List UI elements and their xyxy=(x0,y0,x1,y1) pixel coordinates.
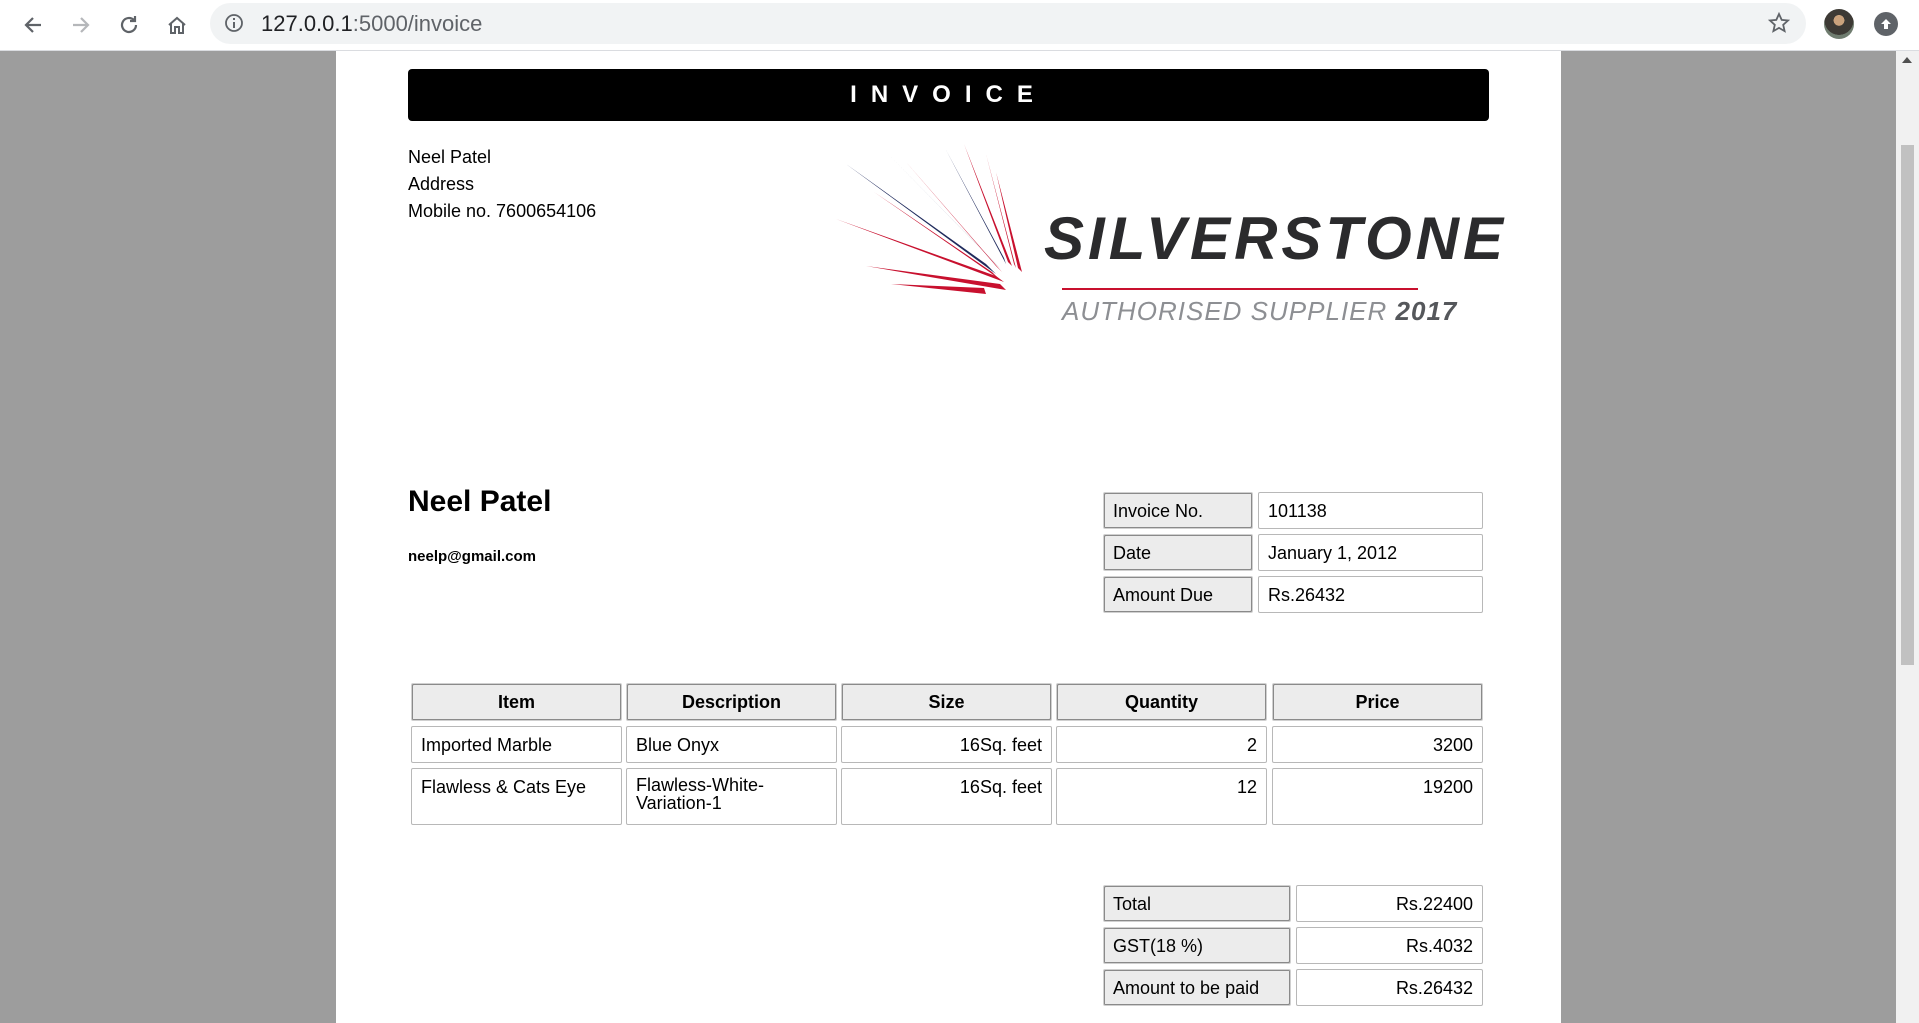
url-host: 127.0.0.1 xyxy=(261,11,353,36)
items-header-price: Price xyxy=(1272,683,1483,721)
logo-wordmark: SILVERSTONE xyxy=(1044,205,1508,272)
url-path: :5000/invoice xyxy=(352,11,483,36)
scroll-up-arrow-icon[interactable] xyxy=(1902,57,1912,63)
customer-name: Neel Patel xyxy=(408,485,552,518)
reload-icon xyxy=(120,16,138,34)
totals-label-total: Total xyxy=(1103,885,1291,922)
items-cell-price[interactable]: 3200 xyxy=(1272,726,1483,763)
upload-arrow-icon xyxy=(1881,19,1891,29)
items-cell-item[interactable]: Flawless & Cats Eye xyxy=(411,768,622,825)
logo-burst-icon xyxy=(836,144,1022,294)
items-cell-description[interactable]: Blue Onyx xyxy=(626,726,837,763)
home-icon xyxy=(168,16,186,34)
invoice-page: INVOICE Neel Patel Address Mobile no. 76… xyxy=(336,51,1561,1023)
meta-value-date[interactable]: January 1, 2012 xyxy=(1258,534,1483,571)
meta-label-date: Date xyxy=(1103,534,1253,571)
logo-tagline: AUTHORISED SUPPLIER 2017 xyxy=(1062,296,1457,327)
items-cell-item[interactable]: Imported Marble xyxy=(411,726,622,763)
profile-avatar[interactable] xyxy=(1824,9,1854,39)
meta-label-amount-due: Amount Due xyxy=(1103,576,1253,613)
items-cell-quantity[interactable]: 2 xyxy=(1056,726,1267,763)
logo-divider xyxy=(1062,288,1418,290)
url-text: 127.0.0.1:5000/invoice xyxy=(261,13,482,35)
meta-value-invoice-no[interactable]: 101138 xyxy=(1258,492,1483,529)
totals-label-gst: GST(18 %) xyxy=(1103,927,1291,964)
customer-email: neelp@gmail.com xyxy=(408,548,536,565)
seller-info: Neel Patel Address Mobile no. 7600654106 xyxy=(408,144,596,225)
back-arrow-icon xyxy=(24,17,41,33)
home-button[interactable] xyxy=(160,8,194,42)
items-header-item: Item xyxy=(411,683,622,721)
items-cell-price[interactable]: 19200 xyxy=(1272,768,1483,825)
seller-mobile: Mobile no. 7600654106 xyxy=(408,201,597,221)
invoice-banner: INVOICE xyxy=(408,69,1489,121)
seller-name: Neel Patel xyxy=(408,147,492,167)
totals-value-gst[interactable]: Rs.4032 xyxy=(1296,927,1483,964)
logo-tagline-text: AUTHORISED SUPPLIER xyxy=(1062,296,1388,326)
reload-button[interactable] xyxy=(112,8,146,42)
vertical-scrollbar[interactable] xyxy=(1896,51,1919,1023)
update-button[interactable] xyxy=(1874,12,1898,36)
browser-toolbar: 127.0.0.1:5000/invoice xyxy=(0,0,1919,51)
items-cell-size[interactable]: 16Sq. feet xyxy=(841,768,1052,825)
items-cell-size[interactable]: 16Sq. feet xyxy=(841,726,1052,763)
items-header-size: Size xyxy=(841,683,1052,721)
items-header-description: Description xyxy=(626,683,837,721)
seller-address: Address xyxy=(408,174,475,194)
totals-label-amount-to-pay: Amount to be paid xyxy=(1103,969,1291,1006)
bookmark-star-icon[interactable] xyxy=(1767,11,1791,39)
totals-value-total[interactable]: Rs.22400 xyxy=(1296,885,1483,922)
address-bar[interactable]: 127.0.0.1:5000/invoice xyxy=(210,3,1806,44)
items-header-quantity: Quantity xyxy=(1056,683,1267,721)
items-cell-quantity[interactable]: 12 xyxy=(1056,768,1267,825)
site-info-icon[interactable] xyxy=(224,13,244,38)
meta-label-invoice-no: Invoice No. xyxy=(1103,492,1253,529)
scroll-thumb[interactable] xyxy=(1901,145,1914,665)
back-button[interactable] xyxy=(16,8,50,42)
logo-year: 2017 xyxy=(1395,296,1458,326)
silverstone-logo: SILVERSTONE AUTHORISED SUPPLIER 2017 xyxy=(836,144,1503,334)
totals-value-amount-to-pay[interactable]: Rs.26432 xyxy=(1296,969,1483,1006)
forward-button[interactable] xyxy=(64,8,98,42)
items-cell-description[interactable]: Flawless-White- Variation-1 xyxy=(626,768,837,825)
meta-value-amount-due[interactable]: Rs.26432 xyxy=(1258,576,1483,613)
forward-arrow-icon xyxy=(73,17,90,33)
